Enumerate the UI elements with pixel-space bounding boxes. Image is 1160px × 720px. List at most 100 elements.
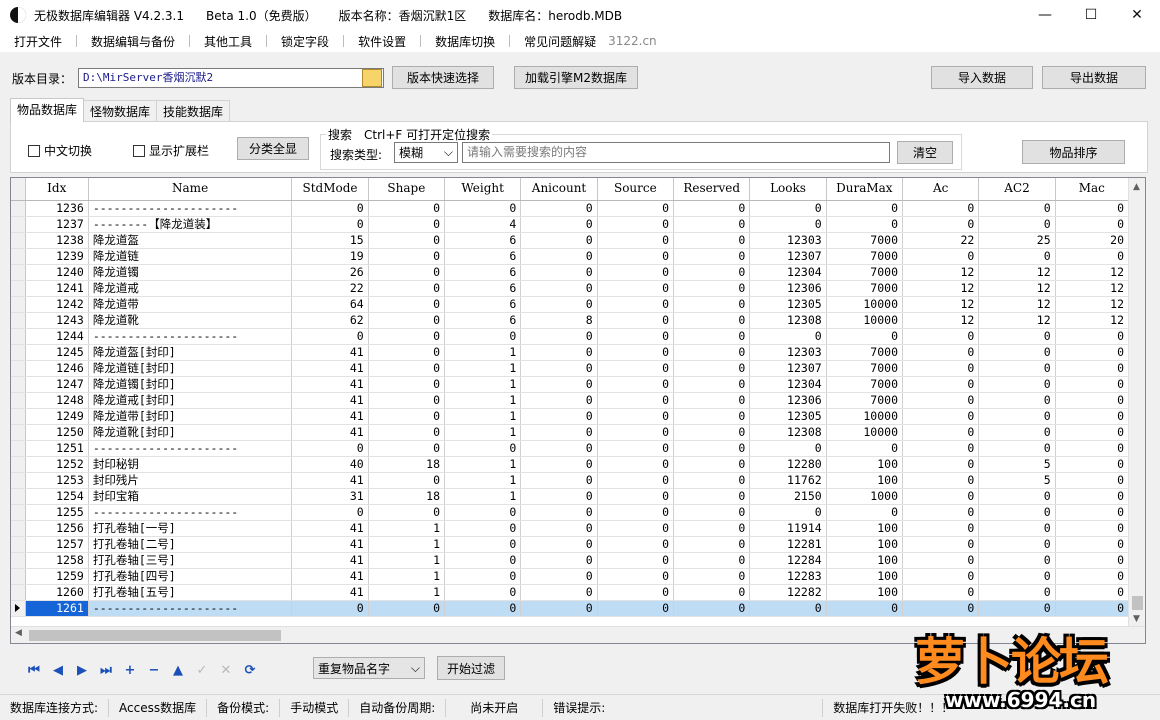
table-cell-source[interactable]: 0 bbox=[597, 456, 675, 473]
table-cell-mac[interactable]: 0 bbox=[1055, 568, 1130, 585]
table-cell-weight[interactable]: 6 bbox=[444, 296, 522, 313]
table-cell-name[interactable]: --------------------- bbox=[88, 200, 293, 217]
scroll-thumb[interactable] bbox=[1132, 596, 1143, 610]
table-cell-looks[interactable]: 12305 bbox=[749, 408, 827, 425]
table-cell-name[interactable]: 封印残片 bbox=[88, 472, 293, 489]
table-cell-source[interactable]: 0 bbox=[597, 344, 675, 361]
table-cell-name[interactable]: --------------------- bbox=[88, 600, 293, 617]
row-indicator[interactable] bbox=[11, 472, 26, 489]
table-cell-source[interactable]: 0 bbox=[597, 504, 675, 521]
table-cell-ac2[interactable]: 12 bbox=[978, 264, 1056, 281]
chinese-switch-checkbox[interactable]: 中文切换 bbox=[28, 142, 92, 159]
table-cell-mac[interactable]: 0 bbox=[1055, 536, 1130, 553]
table-row[interactable]: 1257 打孔卷轴[二号] 41 1 0 0 0 0 12281 100 0 0 0 bbox=[11, 536, 1130, 553]
table-cell-looks[interactable]: 12284 bbox=[749, 552, 827, 569]
column-header-name[interactable]: Name bbox=[88, 178, 293, 201]
table-cell-ac2[interactable]: 5 bbox=[978, 456, 1056, 473]
table-cell-duramax[interactable]: 1000 bbox=[826, 488, 904, 505]
table-cell-ac2[interactable]: 12 bbox=[978, 312, 1056, 329]
row-indicator[interactable] bbox=[11, 456, 26, 473]
table-cell-duramax[interactable]: 100 bbox=[826, 456, 904, 473]
table-cell-ac2[interactable]: 0 bbox=[978, 520, 1056, 537]
table-cell-mac[interactable]: 12 bbox=[1055, 296, 1130, 313]
table-cell-name[interactable]: 打孔卷轴[一号] bbox=[88, 520, 293, 537]
load-engine-button[interactable]: 加载引擎M2数据库 bbox=[514, 66, 638, 89]
table-cell-stdmode[interactable]: 41 bbox=[291, 552, 369, 569]
table-cell-source[interactable]: 0 bbox=[597, 264, 675, 281]
column-header-source[interactable]: Source bbox=[597, 178, 675, 201]
table-row[interactable]: 1244 --------------------- 0 0 0 0 0 0 0 0 0 0 0 bbox=[11, 328, 1130, 345]
table-cell-weight[interactable]: 1 bbox=[444, 408, 522, 425]
table-cell-source[interactable]: 0 bbox=[597, 584, 675, 601]
table-cell-ac[interactable]: 0 bbox=[902, 488, 980, 505]
table-cell-weight[interactable]: 1 bbox=[444, 472, 522, 489]
table-row[interactable]: 1256 打孔卷轴[一号] 41 1 0 0 0 0 11914 100 0 0 0 bbox=[11, 520, 1130, 537]
table-cell-reserved[interactable]: 0 bbox=[673, 600, 751, 617]
table-cell-source[interactable]: 0 bbox=[597, 408, 675, 425]
show-all-button[interactable]: 分类全显 bbox=[237, 137, 309, 160]
table-cell-shape[interactable]: 0 bbox=[368, 392, 446, 409]
table-cell-ac2[interactable]: 0 bbox=[978, 200, 1056, 217]
maximize-icon[interactable]: ☐ bbox=[1068, 0, 1114, 30]
table-cell-ac[interactable]: 0 bbox=[902, 552, 980, 569]
table-cell-ac[interactable]: 0 bbox=[902, 520, 980, 537]
table-cell-ac[interactable]: 0 bbox=[902, 472, 980, 489]
refresh-record-icon[interactable]: ⟳ bbox=[238, 660, 262, 680]
table-cell-name[interactable]: 降龙道镯 bbox=[88, 264, 293, 281]
table-cell-source[interactable]: 0 bbox=[597, 296, 675, 313]
table-cell-name[interactable]: 降龙道戒 bbox=[88, 280, 293, 297]
table-cell-shape[interactable]: 0 bbox=[368, 280, 446, 297]
search-type-select[interactable]: 模糊 ⌵ bbox=[394, 142, 458, 163]
table-cell-anicount[interactable]: 0 bbox=[520, 488, 598, 505]
row-indicator[interactable] bbox=[11, 264, 26, 281]
table-cell-idx[interactable]: 1254 bbox=[25, 488, 89, 505]
table-cell-weight[interactable]: 1 bbox=[444, 424, 522, 441]
table-cell-ac2[interactable]: 0 bbox=[978, 536, 1056, 553]
table-cell-mac[interactable]: 0 bbox=[1055, 392, 1130, 409]
tab-monsters[interactable]: 怪物数据库 bbox=[83, 100, 158, 122]
table-cell-looks[interactable]: 12304 bbox=[749, 376, 827, 393]
row-indicator[interactable] bbox=[11, 216, 26, 233]
row-indicator[interactable] bbox=[11, 248, 26, 265]
table-cell-ac[interactable]: 0 bbox=[902, 248, 980, 265]
table-cell-shape[interactable]: 0 bbox=[368, 472, 446, 489]
table-cell-source[interactable]: 0 bbox=[597, 472, 675, 489]
row-indicator[interactable] bbox=[11, 424, 26, 441]
table-cell-shape[interactable]: 0 bbox=[368, 504, 446, 521]
table-cell-stdmode[interactable]: 0 bbox=[291, 200, 369, 217]
table-cell-shape[interactable]: 0 bbox=[368, 200, 446, 217]
table-cell-duramax[interactable]: 100 bbox=[826, 536, 904, 553]
table-cell-idx[interactable]: 1249 bbox=[25, 408, 89, 425]
table-cell-ac[interactable]: 0 bbox=[902, 504, 980, 521]
next-record-icon[interactable]: ▶ bbox=[70, 660, 94, 680]
table-cell-mac[interactable]: 0 bbox=[1055, 376, 1130, 393]
table-row[interactable]: 1236 --------------------- 0 0 0 0 0 0 0 0 0 0 0 bbox=[11, 200, 1130, 217]
minimize-icon[interactable]: — bbox=[1022, 0, 1068, 30]
table-cell-idx[interactable]: 1244 bbox=[25, 328, 89, 345]
table-cell-shape[interactable]: 1 bbox=[368, 520, 446, 537]
table-cell-shape[interactable]: 0 bbox=[368, 600, 446, 617]
table-cell-name[interactable]: --------【降龙道装】 bbox=[88, 216, 293, 233]
table-cell-name[interactable]: 降龙道链 bbox=[88, 248, 293, 265]
table-cell-looks[interactable]: 12308 bbox=[749, 424, 827, 441]
column-header-reserved[interactable]: Reserved bbox=[673, 178, 751, 201]
table-cell-name[interactable]: --------------------- bbox=[88, 440, 293, 457]
table-cell-ac2[interactable]: 5 bbox=[978, 472, 1056, 489]
table-cell-duramax[interactable]: 7000 bbox=[826, 392, 904, 409]
table-cell-weight[interactable]: 0 bbox=[444, 568, 522, 585]
table-cell-stdmode[interactable]: 41 bbox=[291, 472, 369, 489]
show-ext-checkbox[interactable]: 显示扩展栏 bbox=[133, 142, 209, 159]
table-cell-shape[interactable]: 1 bbox=[368, 536, 446, 553]
menu-settings[interactable]: 软件设置 bbox=[350, 33, 414, 50]
table-row[interactable]: 1252 封印秘钥 40 18 1 0 0 0 12280 100 0 5 0 bbox=[11, 456, 1130, 473]
table-cell-ac[interactable]: 0 bbox=[902, 344, 980, 361]
table-cell-weight[interactable]: 6 bbox=[444, 248, 522, 265]
table-cell-reserved[interactable]: 0 bbox=[673, 584, 751, 601]
row-indicator[interactable] bbox=[11, 360, 26, 377]
table-cell-name[interactable]: 降龙道链[封印] bbox=[88, 360, 293, 377]
table-cell-duramax[interactable]: 0 bbox=[826, 504, 904, 521]
table-cell-stdmode[interactable]: 0 bbox=[291, 328, 369, 345]
table-cell-ac2[interactable]: 0 bbox=[978, 360, 1056, 377]
table-cell-anicount[interactable]: 0 bbox=[520, 232, 598, 249]
table-cell-duramax[interactable]: 0 bbox=[826, 600, 904, 617]
